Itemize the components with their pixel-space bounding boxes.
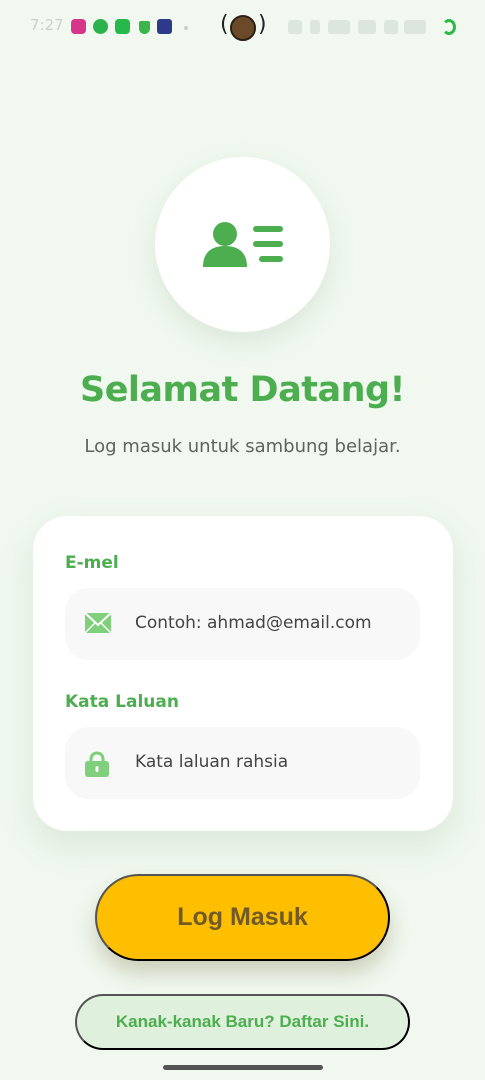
- login-button[interactable]: Log Masuk: [95, 874, 390, 961]
- data-speed-icon: [328, 20, 350, 34]
- app-badge-icon: [157, 19, 172, 34]
- user-list-icon: [203, 222, 283, 267]
- profile-avatar-circle: [155, 157, 330, 332]
- password-label: Kata Laluan: [65, 692, 179, 712]
- signal-icon: [404, 20, 426, 34]
- instagram-icon: [71, 19, 86, 34]
- wifi-icon: [358, 20, 376, 34]
- page-subtitle: Log masuk untuk sambung belajar.: [84, 436, 401, 457]
- page-title: Selamat Datang!: [79, 370, 406, 410]
- login-screen: 7:27 ( ) Selamat Datang! Log masuk untuk…: [0, 0, 485, 1080]
- envelope-icon: [84, 612, 112, 634]
- status-avatar: ( ): [220, 12, 267, 44]
- avatar-icon: [230, 15, 256, 41]
- shield-icon: [139, 21, 150, 34]
- app-notification-icon: [115, 19, 130, 34]
- email-field[interactable]: Contoh: ahmad@email.com: [65, 588, 420, 660]
- system-icons: [288, 20, 428, 34]
- register-link-button[interactable]: Kanak-kanak Baru? Daftar Sini.: [75, 994, 410, 1050]
- email-placeholder: Contoh: ahmad@email.com: [135, 613, 372, 633]
- call-icon: [384, 20, 398, 34]
- login-form-card: E-mel Contoh: ahmad@email.com Kata Lalua…: [33, 516, 453, 831]
- whatsapp-icon: [93, 19, 108, 34]
- battery-icon: [442, 19, 456, 35]
- alarm-icon: [288, 20, 302, 34]
- status-time: 7:27: [30, 16, 64, 34]
- bluetooth-icon: [310, 20, 320, 34]
- home-indicator[interactable]: [163, 1065, 323, 1070]
- email-label: E-mel: [65, 553, 119, 573]
- lock-icon: [85, 751, 109, 777]
- password-placeholder: Kata laluan rahsia: [135, 752, 289, 772]
- more-notifications-dot-icon: [184, 26, 188, 30]
- status-bar: 7:27 ( ): [0, 0, 485, 56]
- password-field[interactable]: Kata laluan rahsia: [65, 727, 420, 799]
